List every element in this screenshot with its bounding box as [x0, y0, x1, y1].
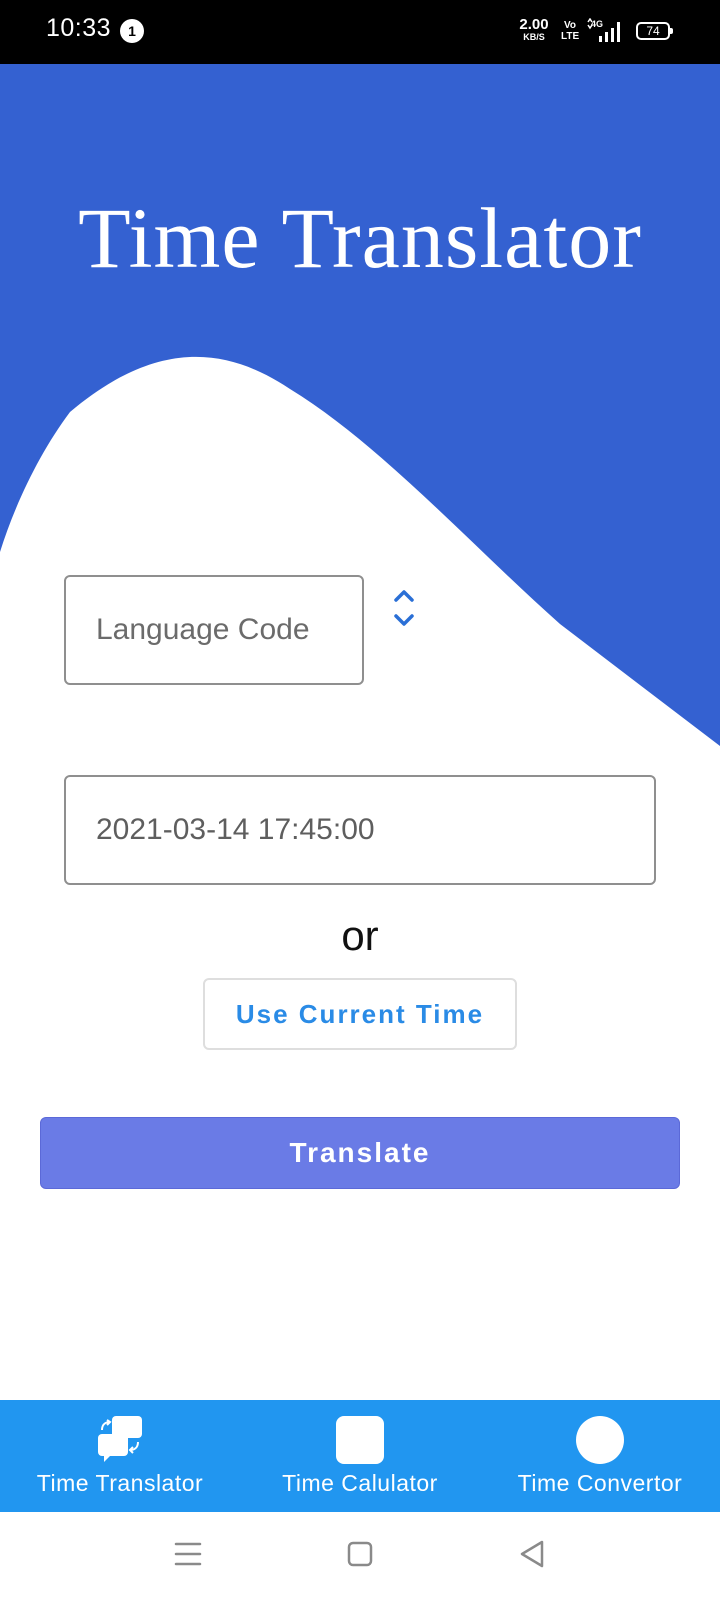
home-icon[interactable] — [340, 1534, 380, 1574]
menu-icon[interactable] — [168, 1534, 208, 1574]
chat-bubbles-icon — [98, 1416, 142, 1462]
network-speed-value: 2.00 — [519, 16, 549, 33]
nav-item-time-convertor[interactable]: Time Convertor — [480, 1400, 720, 1512]
datetime-input[interactable] — [64, 775, 656, 885]
volte-line1: Vo — [563, 20, 577, 31]
volte-indicator: Vo LTE — [561, 20, 579, 42]
chevron-up-down-icon[interactable] — [390, 586, 418, 630]
notification-badge: 1 — [120, 19, 144, 43]
battery-icon: 74 — [636, 22, 673, 40]
nav-item-time-translator[interactable]: Time Translator — [0, 1400, 240, 1512]
nav-label: Time Calulator — [282, 1470, 438, 1496]
app-screen: 10:33 1 2.00 KB/S Vo LTE 4G 74 Time Tran… — [0, 0, 720, 1600]
nav-item-time-calculator[interactable]: Time Calulator — [240, 1400, 480, 1512]
square-icon — [336, 1416, 384, 1464]
translate-button[interactable]: Translate — [40, 1117, 680, 1189]
nav-label: Time Translator — [36, 1470, 204, 1496]
app-title: Time Translator — [78, 190, 642, 286]
network-speed-unit: KB/S — [523, 32, 545, 42]
language-code-input[interactable] — [64, 575, 364, 685]
network-type: 4G — [591, 19, 603, 29]
system-navigation-bar — [0, 1512, 720, 1600]
nav-label: Time Convertor — [517, 1470, 683, 1496]
circle-icon — [576, 1416, 624, 1464]
network-speed: 2.00 KB/S — [517, 17, 551, 43]
status-bar: 10:33 1 2.00 KB/S Vo LTE 4G 74 — [0, 0, 720, 64]
or-separator: or — [341, 912, 379, 959]
signal-icon: 4G — [587, 18, 620, 42]
use-current-time-button[interactable]: Use Current Time — [203, 978, 517, 1050]
status-time: 10:33 — [46, 14, 112, 42]
volte-line2: LTE — [561, 31, 580, 42]
back-icon[interactable] — [512, 1534, 552, 1574]
bottom-navigation: Time Translator Time Calulator Time Conv… — [0, 1400, 720, 1512]
